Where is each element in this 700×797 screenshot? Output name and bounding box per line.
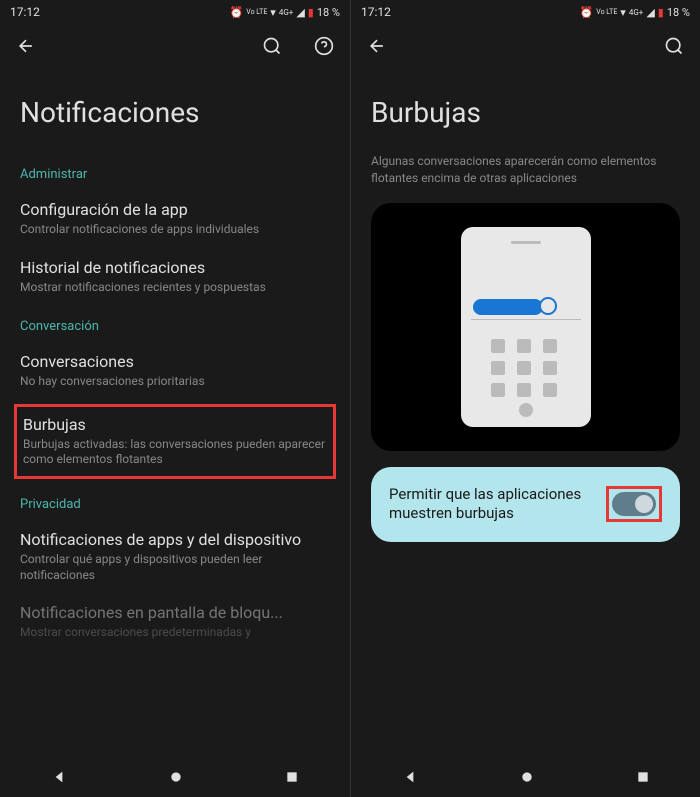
wifi-icon: ▾: [270, 6, 276, 19]
section-header-conversation: Conversación: [20, 305, 330, 342]
nav-back-icon[interactable]: [402, 769, 418, 785]
battery-pct: 18 %: [667, 6, 690, 19]
toggle-card: Permitir que las aplicaciones muestren b…: [371, 467, 680, 542]
signal-icon: ◢: [296, 6, 304, 19]
lte-icon: Vo LTE: [596, 9, 617, 16]
lte-icon: Vo LTE: [246, 9, 267, 16]
notifications-screen: 17:12 ⏰ Vo LTE ▾ 4G+ ◢ ▮ 18 % Notificaci…: [0, 0, 350, 797]
setting-lockscreen[interactable]: Notificaciones en pantalla de bloqu... M…: [20, 593, 330, 651]
nav-bar: [351, 757, 700, 797]
back-button[interactable]: [367, 36, 387, 56]
setting-history[interactable]: Historial de notificaciones Mostrar noti…: [20, 248, 330, 306]
bubbles-toggle[interactable]: [612, 492, 656, 516]
section-header-admin: Administrar: [20, 153, 330, 190]
nav-home-icon[interactable]: [168, 769, 184, 785]
setting-conversations[interactable]: Conversaciones No hay conversaciones pri…: [20, 342, 330, 400]
network-icon: 4G+: [629, 8, 643, 17]
search-icon[interactable]: [262, 36, 282, 56]
status-time: 17:12: [10, 5, 40, 19]
nav-recent-icon[interactable]: [285, 770, 299, 784]
highlight-bubbles: Burbujas Burbujas activadas: las convers…: [14, 404, 336, 479]
back-button[interactable]: [16, 36, 36, 56]
illustration-card: [371, 203, 680, 451]
page-title: Burbujas: [351, 68, 700, 153]
nav-home-icon[interactable]: [519, 769, 535, 785]
setting-bubbles[interactable]: Burbujas Burbujas activadas: las convers…: [23, 415, 327, 468]
section-header-privacy: Privacidad: [20, 483, 330, 520]
wifi-icon: ▾: [620, 6, 626, 19]
setting-device-notifs[interactable]: Notificaciones de apps y del dispositivo…: [20, 520, 330, 593]
bubbles-screen: 17:12 ⏰ Vo LTE ▾ 4G+ ◢ ▮ 18 % Burbujas A…: [350, 0, 700, 797]
alarm-icon: ⏰: [230, 6, 244, 19]
alarm-icon: ⏰: [580, 6, 594, 19]
battery-icon: ▮: [658, 6, 664, 19]
page-title: Notificaciones: [0, 68, 350, 153]
help-icon[interactable]: [314, 36, 334, 56]
signal-icon: ◢: [646, 6, 654, 19]
nav-bar: [0, 757, 350, 797]
nav-back-icon[interactable]: [51, 769, 67, 785]
battery-pct: 18 %: [317, 6, 340, 19]
toggle-label: Permitir que las aplicaciones muestren b…: [389, 485, 594, 524]
nav-recent-icon[interactable]: [636, 770, 650, 784]
network-icon: 4G+: [279, 8, 293, 17]
status-bar: 17:12 ⏰ Vo LTE ▾ 4G+ ◢ ▮ 18 %: [351, 0, 700, 24]
battery-icon: ▮: [308, 6, 314, 19]
status-time: 17:12: [361, 5, 391, 19]
status-bar: 17:12 ⏰ Vo LTE ▾ 4G+ ◢ ▮ 18 %: [0, 0, 350, 24]
search-icon[interactable]: [664, 36, 684, 56]
highlight-toggle: [606, 486, 662, 522]
page-description: Algunas conversaciones aparecerán como e…: [371, 153, 680, 203]
phone-illustration: [461, 227, 591, 427]
setting-app-config[interactable]: Configuración de la app Controlar notifi…: [20, 190, 330, 248]
